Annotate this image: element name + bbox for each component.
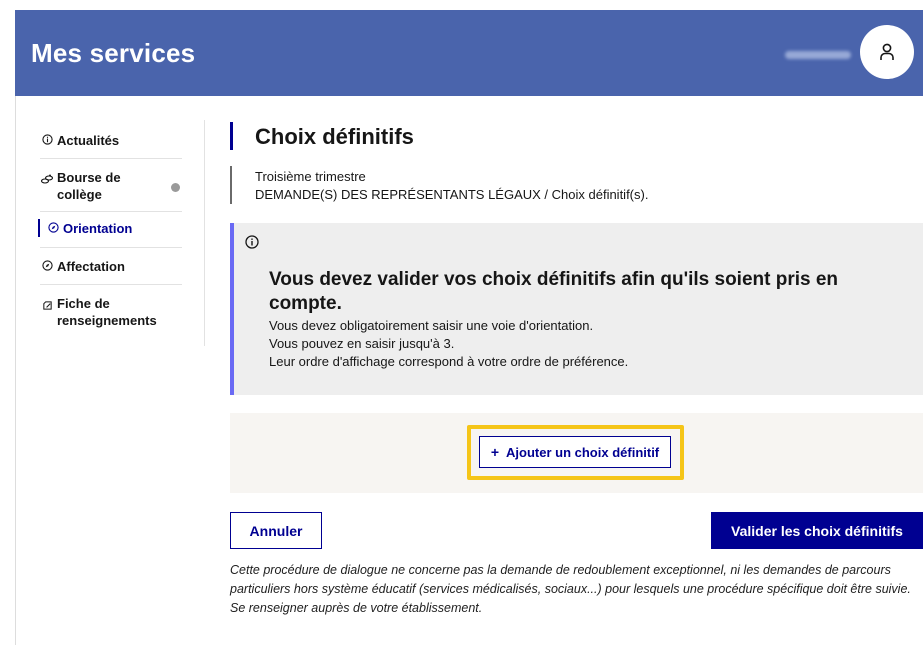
info-circle-icon	[40, 132, 54, 145]
coins-icon	[40, 169, 54, 184]
subtitle-accent-bar	[230, 166, 232, 204]
sidebar-item-label: Bourse de collège	[57, 170, 121, 202]
sidebar-item-orientation[interactable]: Orientation	[38, 212, 182, 248]
user-name-redacted	[785, 51, 851, 59]
sidebar-item-label: Fiche de renseignements	[57, 296, 157, 328]
app-title[interactable]: Mes services	[31, 38, 195, 69]
subtitle-period: Troisième trimestre	[255, 169, 366, 184]
alert-line: Vous devez obligatoirement saisir une vo…	[269, 318, 594, 333]
page-title: Choix définitifs	[255, 124, 414, 149]
plus-icon: +	[490, 444, 500, 460]
info-alert: Vous devez valider vos choix définitifs …	[230, 223, 923, 395]
edit-icon	[40, 295, 54, 311]
add-choice-label: Ajouter un choix définitif	[506, 444, 660, 460]
sidebar-item-bourse-de-college[interactable]: Bourse de collège	[40, 159, 182, 212]
sidebar-item-actualites[interactable]: Actualités	[40, 118, 182, 159]
procedure-notice: Cette procédure de dialogue ne concerne …	[230, 563, 911, 615]
title-accent-bar	[230, 122, 233, 150]
sidebar-item-fiche-de-renseignements[interactable]: Fiche de renseignements	[40, 285, 182, 335]
user-avatar-button[interactable]	[860, 25, 914, 79]
compass-icon	[40, 258, 54, 271]
user-icon	[880, 43, 894, 60]
validate-choices-button[interactable]: Valider les choix définitifs	[711, 512, 923, 549]
compass-icon	[46, 220, 60, 233]
sidebar-item-label: Affectation	[57, 259, 125, 274]
add-choice-button[interactable]: + Ajouter un choix définitif	[479, 436, 671, 468]
header-bar: Mes services	[15, 10, 923, 96]
alert-line: Leur ordre d'affichage correspond à votr…	[269, 354, 629, 369]
active-indicator	[38, 219, 40, 237]
subtitle-breadcrumb: DEMANDE(S) DES REPRÉSENTANTS LÉGAUX / Ch…	[255, 187, 649, 202]
sidebar-nav: Actualités Bourse de collège Orientation…	[38, 118, 182, 335]
sidebar-item-label: Actualités	[57, 133, 120, 148]
sidebar-item-affectation[interactable]: Affectation	[40, 248, 182, 285]
alert-line: Vous pouvez en saisir jusqu'à 3.	[269, 336, 455, 351]
sidebar-divider	[204, 120, 205, 346]
sidebar-item-label: Orientation	[63, 221, 133, 236]
info-circle-icon	[245, 235, 259, 254]
cancel-button[interactable]: Annuler	[230, 512, 322, 549]
page-left-rule	[15, 96, 16, 645]
info-indicator-icon	[171, 183, 180, 192]
alert-title: Vous devez valider vos choix définitifs …	[269, 269, 839, 314]
